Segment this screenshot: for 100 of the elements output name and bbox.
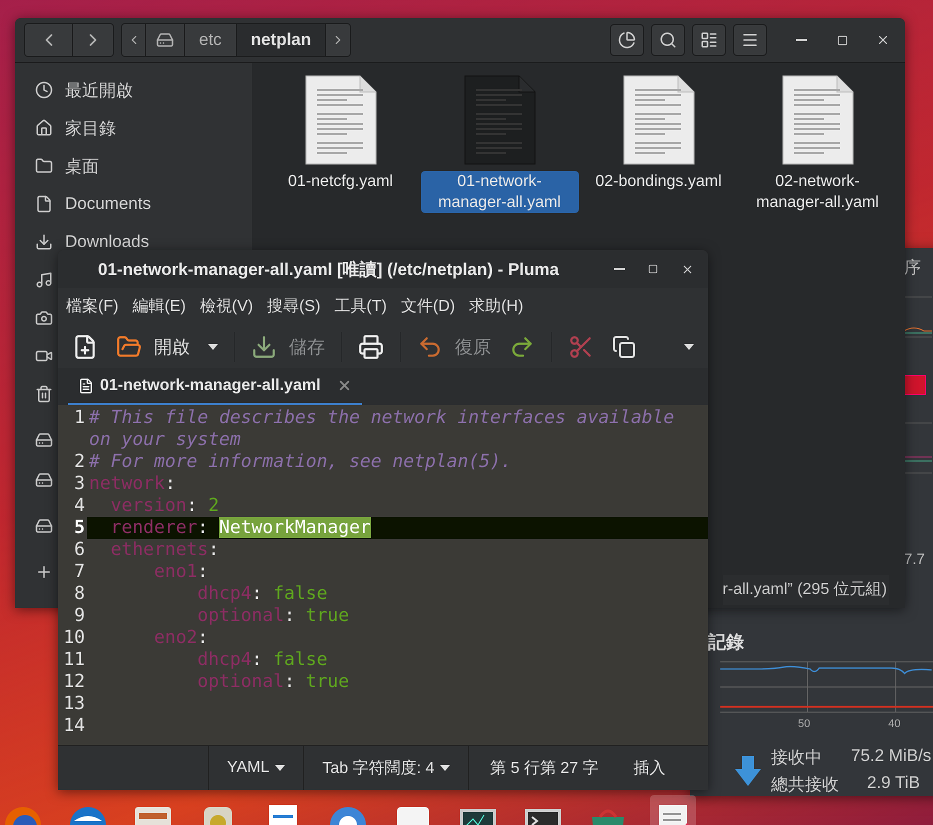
insert-mode: 插入 bbox=[632, 758, 666, 778]
music-icon bbox=[35, 271, 53, 289]
home-icon bbox=[35, 119, 53, 137]
code-token: version bbox=[110, 495, 187, 516]
path-segment[interactable]: netplan bbox=[236, 24, 326, 56]
folder-icon bbox=[116, 334, 142, 360]
file-name[interactable]: 02-bondings.yaml bbox=[591, 171, 726, 192]
section-title: 記錄 bbox=[708, 631, 744, 654]
menu-item[interactable]: 搜尋(S) bbox=[267, 296, 320, 317]
code-token: dhcp4 bbox=[197, 649, 252, 670]
code-token: optional bbox=[197, 605, 284, 626]
window-title: 01-network-manager-all.yaml [唯讀] (/etc/netplan) - Pluma bbox=[98, 258, 559, 280]
document-icon bbox=[464, 75, 536, 165]
code-token: optional bbox=[197, 671, 284, 692]
menu-item[interactable]: 編輯(E) bbox=[132, 296, 186, 317]
stat-value: 7.7 bbox=[904, 551, 926, 568]
status-text: r-all.yaml” (295 位元組) bbox=[722, 575, 889, 605]
line-number: 5 bbox=[58, 517, 87, 539]
code-token: : bbox=[164, 473, 176, 494]
minimize-icon bbox=[796, 39, 806, 41]
file-name[interactable]: 01-netcfg.yaml bbox=[284, 171, 397, 192]
stat-label: 總共接收 bbox=[771, 774, 840, 796]
stat-value: 75.2 MiB/s bbox=[851, 746, 932, 767]
cursor-position: 第 5 行第 27 字 bbox=[489, 758, 600, 778]
download-icon bbox=[35, 233, 53, 251]
sidebar-item[interactable]: Downloads bbox=[65, 232, 150, 252]
code-token: : bbox=[197, 517, 208, 538]
scissors-icon bbox=[568, 334, 594, 360]
code-token: : bbox=[208, 539, 220, 560]
document-icon bbox=[782, 75, 854, 165]
code-token: : bbox=[252, 583, 262, 604]
menu-item[interactable]: 工具(T) bbox=[334, 296, 387, 317]
caret-icon bbox=[208, 344, 218, 350]
code-token: false bbox=[273, 649, 328, 670]
caret-icon bbox=[275, 765, 286, 771]
clock-icon bbox=[35, 81, 53, 99]
disk-usage-button[interactable] bbox=[610, 24, 644, 56]
folder-icon bbox=[35, 157, 53, 175]
file-name[interactable]: 01-network-manager-all.yaml bbox=[420, 171, 578, 213]
code-token: network bbox=[89, 473, 165, 494]
code-token: eno1 bbox=[154, 561, 198, 582]
code-token: : bbox=[284, 605, 295, 626]
menu-item[interactable]: 檢視(V) bbox=[200, 296, 254, 317]
root-folder-button[interactable] bbox=[146, 24, 185, 56]
document-icon bbox=[78, 378, 94, 394]
view-button[interactable] bbox=[692, 24, 726, 56]
sidebar-item[interactable]: 桌面 bbox=[65, 154, 99, 178]
copy-icon bbox=[612, 334, 636, 358]
sidebar-item[interactable]: Documents bbox=[65, 194, 151, 214]
maximize-icon bbox=[648, 264, 658, 274]
plus-icon bbox=[35, 563, 53, 581]
axis-tick-label: 40 bbox=[888, 718, 900, 730]
menu-item[interactable]: 求助(H) bbox=[469, 296, 524, 317]
maximize-icon bbox=[836, 34, 848, 46]
menu-icon bbox=[741, 31, 759, 49]
code-token: : bbox=[284, 671, 295, 692]
drive-icon bbox=[35, 431, 53, 449]
code-comment: # This file describes the network interfaces available on your system bbox=[89, 407, 676, 450]
code-token: : bbox=[197, 627, 208, 648]
code-token: false bbox=[273, 583, 328, 604]
code-token: true bbox=[306, 605, 350, 626]
camera-icon bbox=[35, 309, 53, 327]
document-icon bbox=[304, 75, 376, 165]
tab-label: 序 bbox=[904, 257, 922, 279]
minimize-icon bbox=[614, 268, 624, 270]
close-icon bbox=[680, 262, 694, 276]
code-token: dhcp4 bbox=[197, 583, 252, 604]
caret-icon bbox=[684, 344, 694, 350]
search-button[interactable] bbox=[651, 24, 685, 56]
path-segment[interactable]: etc bbox=[185, 24, 237, 56]
tab-width-dropdown[interactable]: Tab 字符闊度: 4 bbox=[303, 746, 470, 790]
code-token: true bbox=[306, 671, 350, 692]
document-icon bbox=[622, 75, 694, 165]
menu-item[interactable]: 檔案(F) bbox=[66, 296, 118, 317]
menu-button[interactable] bbox=[733, 24, 767, 56]
forward-button[interactable] bbox=[73, 24, 113, 56]
code-token: NetworkManager bbox=[219, 517, 371, 538]
search-icon bbox=[659, 31, 677, 49]
code-token: renderer bbox=[110, 517, 198, 538]
printer-icon bbox=[358, 334, 384, 360]
stat-value: 2.9 TiB bbox=[866, 773, 921, 794]
download-arrow-icon bbox=[735, 756, 761, 786]
color-swatch bbox=[904, 375, 926, 395]
code-token: : bbox=[186, 495, 198, 516]
caret-icon bbox=[440, 765, 450, 771]
pie-chart-icon bbox=[618, 31, 636, 49]
sidebar-item[interactable]: 最近開啟 bbox=[65, 78, 133, 102]
drive-icon bbox=[156, 31, 174, 49]
trash-icon bbox=[35, 385, 53, 403]
menu-item[interactable]: 文件(D) bbox=[400, 296, 456, 317]
sidebar-item[interactable]: 家目錄 bbox=[65, 116, 116, 140]
language-dropdown[interactable]: YAML bbox=[208, 746, 304, 790]
list-view-icon bbox=[700, 31, 718, 49]
code-comment: # For more information, see netplan(5). bbox=[89, 451, 512, 472]
code-token: : bbox=[252, 649, 262, 670]
file-name[interactable]: 02-network-manager-all.yaml bbox=[738, 171, 896, 213]
drive-icon bbox=[35, 471, 53, 489]
open-button[interactable]: 開啟 bbox=[112, 328, 194, 364]
code-token: 2 bbox=[208, 495, 220, 516]
document-icon bbox=[35, 195, 53, 213]
